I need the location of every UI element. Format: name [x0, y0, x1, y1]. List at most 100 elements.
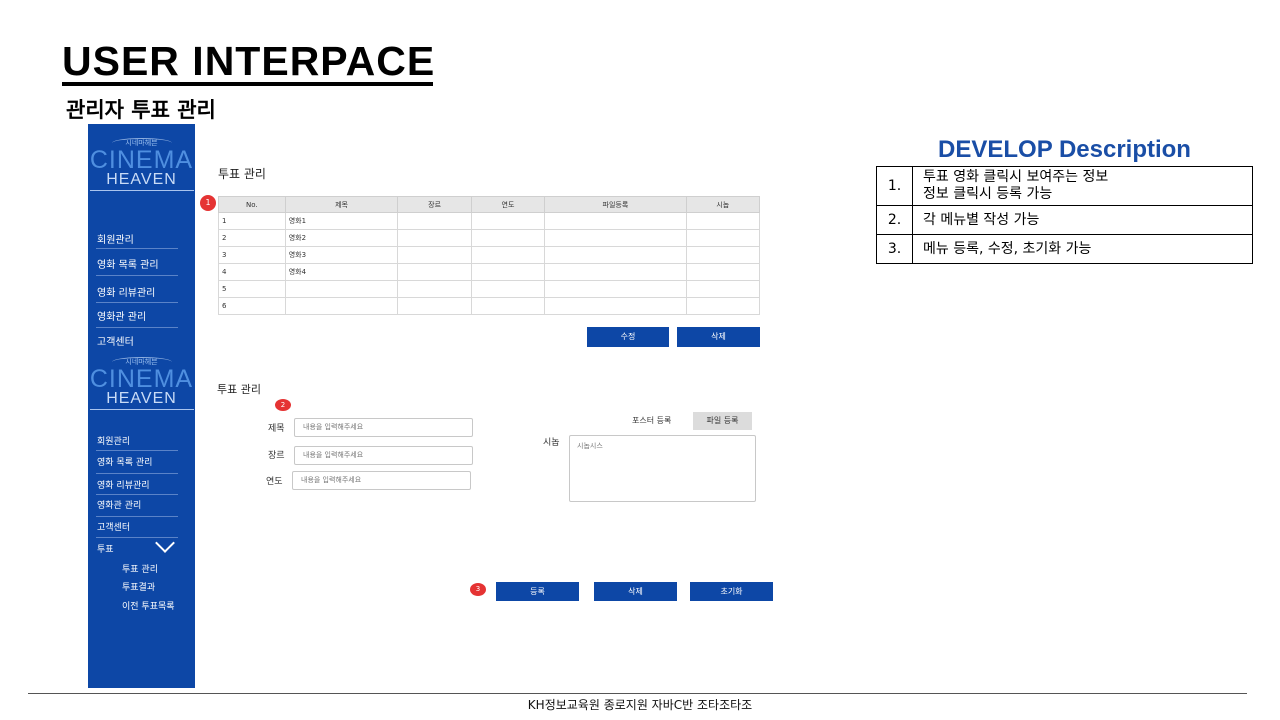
table-cell	[544, 297, 687, 315]
list-section-title: 투표 관리	[218, 167, 266, 181]
sidebar-item-members[interactable]: 회원관리	[97, 434, 187, 447]
description-row: 2. 각 메뉴별 작성 가능	[876, 205, 1253, 235]
description-text: 메뉴 등록, 수정, 초기화 가능	[912, 234, 1253, 264]
table-cell	[544, 280, 687, 298]
column-header-file[interactable]: 파일등록	[544, 196, 687, 213]
table-cell	[470, 263, 546, 281]
table-cell	[470, 229, 546, 247]
sidebar-divider	[96, 302, 178, 303]
table-cell	[397, 229, 472, 247]
sidebar-item-reviews[interactable]: 영화 리뷰관리	[97, 284, 187, 299]
table-cell: 5	[218, 280, 286, 298]
sidebar-item-theaters[interactable]: 영화관 관리	[97, 498, 187, 511]
title-field[interactable]: 내용을 입력해주세요	[294, 418, 473, 437]
sidebar-divider	[96, 516, 178, 517]
table-cell	[544, 229, 687, 247]
description-text: 각 메뉴별 작성 가능	[912, 205, 1253, 235]
description-number: 1.	[876, 166, 913, 206]
sidebar-subitem-vote-manage[interactable]: 투표 관리	[122, 562, 158, 575]
table-cell	[470, 246, 546, 264]
table-cell	[544, 263, 687, 281]
sidebar-divider	[96, 450, 178, 451]
table-cell	[685, 263, 761, 281]
sidebar-subitem-previous-votes[interactable]: 이전 투표목록	[122, 599, 175, 612]
genre-field[interactable]: 내용을 입력해주세요	[294, 446, 473, 465]
table-cell: 영화3	[284, 246, 399, 264]
table-cell: 2	[218, 229, 286, 247]
table-cell	[544, 246, 687, 264]
table-header-row: No. 제목 장르 연도 파일등록 시놉	[218, 196, 761, 213]
reset-button[interactable]: 초기화	[690, 582, 773, 601]
year-field[interactable]: 내용을 입력해주세요	[292, 471, 471, 490]
logo-cinema-text: CINEMA	[89, 365, 194, 393]
sidebar-item-support[interactable]: 고객센터	[97, 520, 187, 533]
logo-cinema-text: CINEMA	[89, 146, 194, 174]
table-cell: 영화1	[284, 212, 399, 230]
table-row[interactable]: 4 영화4	[218, 263, 761, 281]
cinema-heaven-logo[interactable]: 시네마헤븐 CINEMA HEAVEN	[88, 138, 195, 191]
cinema-heaven-logo[interactable]: 시네마헤븐 CINEMA HEAVEN	[88, 357, 195, 410]
column-header-genre[interactable]: 장르	[397, 196, 472, 213]
description-line: 정보 클릭시 등록 가능	[923, 186, 1053, 202]
table-cell: 3	[218, 246, 286, 264]
table-cell	[397, 246, 472, 264]
poster-upload-label: 포스터 등록	[632, 416, 672, 425]
table-cell	[685, 280, 761, 298]
table-row[interactable]: 2 영화2	[218, 229, 761, 247]
table-row[interactable]: 5	[218, 280, 761, 298]
table-cell: 6	[218, 297, 286, 315]
delete-button[interactable]: 삭제	[677, 327, 760, 347]
description-number: 2.	[876, 205, 913, 235]
sidebar-item-theaters[interactable]: 영화관 관리	[97, 308, 187, 323]
logo-underline	[89, 409, 194, 410]
sidebar-item-movie-list[interactable]: 영화 목록 관리	[97, 455, 187, 468]
table-cell	[470, 212, 546, 230]
column-header-synopsis[interactable]: 시놉	[685, 196, 761, 213]
develop-description-table: 1. 투표 영화 클릭시 보여주는 정보 정보 클릭시 등록 가능 2. 각 메…	[876, 166, 1253, 264]
file-upload-button[interactable]: 파일 등록	[693, 412, 752, 430]
table-row[interactable]: 1 영화1	[218, 212, 761, 230]
logo-heaven-text: HEAVEN	[106, 390, 177, 407]
logo-underline	[89, 190, 194, 191]
table-cell	[470, 297, 546, 315]
column-header-year[interactable]: 연도	[470, 196, 546, 213]
form-section-title: 투표 관리	[217, 383, 261, 396]
column-header-no[interactable]: No.	[218, 196, 286, 213]
footer-divider	[28, 693, 1247, 694]
sidebar-item-support[interactable]: 고객센터	[97, 333, 187, 348]
description-number: 3.	[876, 234, 913, 264]
table-cell: 1	[218, 212, 286, 230]
table-cell	[397, 280, 472, 298]
annotation-badge-2: 2	[275, 399, 291, 411]
column-header-title[interactable]: 제목	[284, 196, 399, 213]
register-button[interactable]: 등록	[496, 582, 579, 601]
sidebar-subitem-vote-results[interactable]: 투표결과	[122, 580, 155, 593]
synopsis-field-label: 시놉	[543, 438, 560, 448]
sidebar-item-reviews[interactable]: 영화 리뷰관리	[97, 478, 187, 491]
table-row[interactable]: 3 영화3	[218, 246, 761, 264]
sidebar-divider	[96, 327, 178, 328]
table-cell	[397, 212, 472, 230]
logo-heaven-text: HEAVEN	[106, 171, 177, 188]
table-cell: 영화2	[284, 229, 399, 247]
description-text: 투표 영화 클릭시 보여주는 정보 정보 클릭시 등록 가능	[912, 166, 1253, 206]
description-row: 3. 메뉴 등록, 수정, 초기화 가능	[876, 234, 1253, 264]
table-row[interactable]: 6	[218, 297, 761, 315]
annotation-badge-3: 3	[470, 583, 486, 596]
sidebar-divider	[96, 248, 178, 249]
sidebar-item-members[interactable]: 회원관리	[97, 231, 187, 246]
annotation-badge-1: 1	[200, 195, 216, 211]
edit-button[interactable]: 수정	[587, 327, 669, 347]
table-cell	[284, 280, 399, 298]
sidebar-divider	[96, 473, 178, 474]
form-delete-button[interactable]: 삭제	[594, 582, 677, 601]
footer-text: KH정보교육원 종로지원 자바C반 조타조타조	[527, 698, 753, 712]
table-cell	[470, 280, 546, 298]
title-underline	[62, 82, 433, 86]
develop-description-title: DEVELOP Description	[938, 136, 1191, 163]
sidebar-item-movie-list[interactable]: 영화 목록 관리	[97, 256, 187, 271]
description-row: 1. 투표 영화 클릭시 보여주는 정보 정보 클릭시 등록 가능	[876, 166, 1253, 206]
slide-subtitle: 관리자 투표 관리	[66, 98, 216, 122]
synopsis-textarea[interactable]: 시놉시스	[569, 435, 756, 502]
table-cell	[685, 212, 761, 230]
